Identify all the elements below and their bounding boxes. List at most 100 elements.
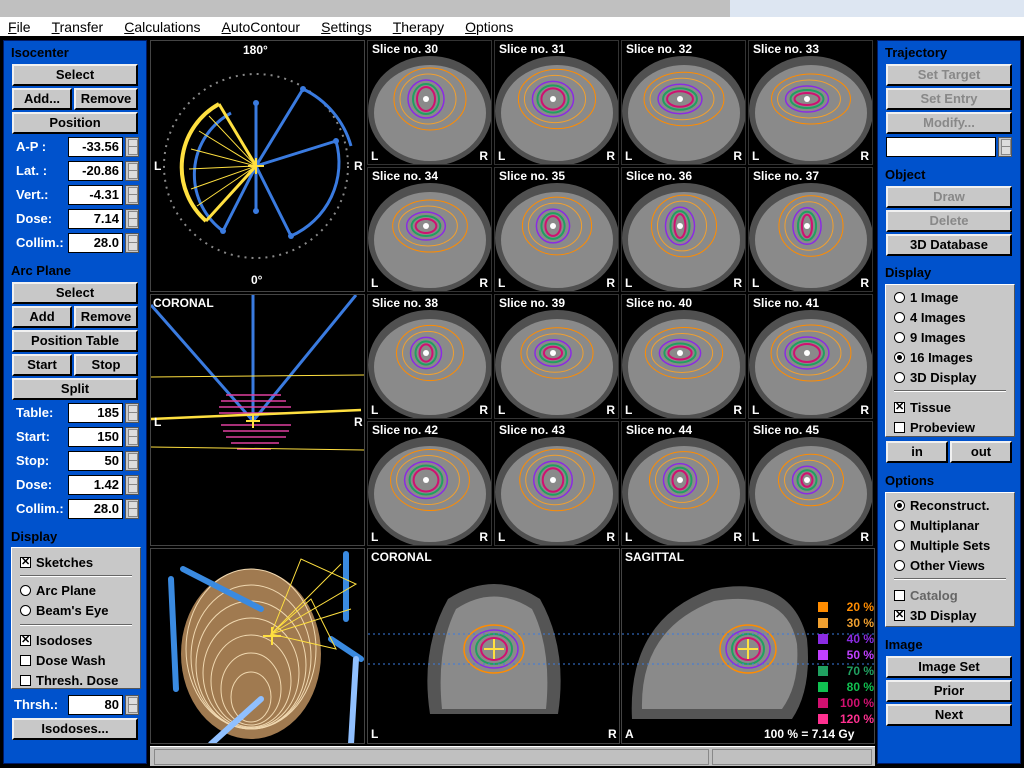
- probeview-option[interactable]: Probeview: [894, 420, 975, 435]
- dose-wash-option[interactable]: Dose Wash: [20, 653, 106, 668]
- menu-calculations[interactable]: Calculations: [124, 19, 200, 35]
- option-reconstruct[interactable]: Reconstruct.: [894, 498, 989, 513]
- thresh-dose-option[interactable]: Thresh. Dose: [20, 673, 118, 688]
- stop-button[interactable]: Stop: [74, 354, 138, 376]
- next-button[interactable]: Next: [886, 704, 1012, 726]
- menu-therapy[interactable]: Therapy: [393, 19, 444, 35]
- layout-16-images[interactable]: 16 Images: [894, 350, 973, 365]
- isocenter-position-button[interactable]: Position: [12, 112, 138, 134]
- thresh-dose-checkbox[interactable]: [20, 675, 31, 686]
- isodoses-option[interactable]: ✕ Isodoses: [20, 633, 92, 648]
- radio-reconstruct[interactable]: [894, 500, 905, 511]
- lat-spinner[interactable]: [125, 161, 139, 181]
- slice-thumbnail[interactable]: Slice no. 36 L R: [621, 167, 746, 292]
- beams-eye-radio[interactable]: [20, 605, 31, 616]
- thresh-field[interactable]: 80: [68, 695, 123, 715]
- slice-thumbnail[interactable]: Slice no. 45 L R: [748, 421, 873, 546]
- vert-field[interactable]: -4.31: [68, 185, 123, 205]
- slice-thumbnail[interactable]: Slice no. 43 L R: [494, 421, 619, 546]
- slice-thumbnail[interactable]: Slice no. 31 L R: [494, 40, 619, 165]
- table-field[interactable]: 185: [68, 403, 123, 423]
- slice-thumbnail[interactable]: Slice no. 35 L R: [494, 167, 619, 292]
- slice-thumbnail[interactable]: Slice no. 30 L R: [367, 40, 492, 165]
- probeview-checkbox[interactable]: [894, 422, 905, 433]
- trajectory-spinner[interactable]: [998, 137, 1012, 157]
- isodoses-button[interactable]: Isodoses...: [12, 718, 138, 740]
- draw-button[interactable]: Draw: [886, 186, 1012, 208]
- menu-autocontour[interactable]: AutoContour: [221, 19, 300, 35]
- arc-collim-field[interactable]: 28.0: [68, 499, 123, 519]
- arc-select-button[interactable]: Select: [12, 282, 138, 304]
- arc-add-button[interactable]: Add: [12, 306, 72, 328]
- arc-start-field[interactable]: 150: [68, 427, 123, 447]
- option-multiplanar[interactable]: Multiplanar: [894, 518, 979, 533]
- slice-thumbnail[interactable]: Slice no. 44 L R: [621, 421, 746, 546]
- catalog-option[interactable]: Catalog: [894, 588, 958, 603]
- database-3d-button[interactable]: 3D Database: [886, 234, 1012, 256]
- arc-plane-radio[interactable]: [20, 585, 31, 596]
- radio-1-image[interactable]: [894, 292, 905, 303]
- dose-spinner[interactable]: [125, 209, 139, 229]
- coronal-arc-view[interactable]: CORONAL L R: [150, 294, 365, 546]
- menu-file[interactable]: File: [8, 19, 31, 35]
- radio-other-views[interactable]: [894, 560, 905, 571]
- tissue-checkbox[interactable]: ✕: [894, 402, 905, 413]
- collim-spinner[interactable]: [125, 233, 139, 253]
- image-set-button[interactable]: Image Set: [886, 656, 1012, 678]
- ap-spinner[interactable]: [125, 137, 139, 157]
- vert-spinner[interactable]: [125, 185, 139, 205]
- display-3d-option[interactable]: ✕ 3D Display: [894, 608, 976, 623]
- arc-stop-spinner[interactable]: [125, 451, 139, 471]
- menu-settings[interactable]: Settings: [321, 19, 372, 35]
- isodoses-checkbox[interactable]: ✕: [20, 635, 31, 646]
- catalog-checkbox[interactable]: [894, 590, 905, 601]
- menu-transfer[interactable]: Transfer: [52, 19, 104, 35]
- prior-button[interactable]: Prior: [886, 680, 1012, 702]
- isocenter-select-button[interactable]: Select: [12, 64, 138, 86]
- set-entry-button[interactable]: Set Entry: [886, 88, 1012, 110]
- table-spinner[interactable]: [125, 403, 139, 423]
- arc-stop-field[interactable]: 50: [68, 451, 123, 471]
- radio-16-images[interactable]: [894, 352, 905, 363]
- position-table-button[interactable]: Position Table: [12, 330, 138, 352]
- radio-9-images[interactable]: [894, 332, 905, 343]
- slice-thumbnail[interactable]: Slice no. 42 L R: [367, 421, 492, 546]
- sketches-checkbox[interactable]: ✕: [20, 557, 31, 568]
- arc-start-spinner[interactable]: [125, 427, 139, 447]
- set-target-button[interactable]: Set Target: [886, 64, 1012, 86]
- slice-thumbnail[interactable]: Slice no. 38 L R: [367, 294, 492, 419]
- ap-field[interactable]: -33.56: [68, 137, 123, 157]
- option-multiple-sets[interactable]: Multiple Sets: [894, 538, 990, 553]
- arc-plane-option[interactable]: Arc Plane: [20, 583, 96, 598]
- isocenter-add-button[interactable]: Add...: [12, 88, 72, 110]
- slice-thumbnail[interactable]: Slice no. 32 L R: [621, 40, 746, 165]
- arc-dose-field[interactable]: 1.42: [68, 475, 123, 495]
- head-3d-view[interactable]: [150, 548, 365, 744]
- lat-field[interactable]: -20.86: [68, 161, 123, 181]
- slice-thumbnail[interactable]: Slice no. 41 L R: [748, 294, 873, 419]
- coronal-view[interactable]: CORONAL L R: [367, 548, 620, 744]
- delete-button[interactable]: Delete: [886, 210, 1012, 232]
- dose-field[interactable]: 7.14: [68, 209, 123, 229]
- slice-thumbnail[interactable]: Slice no. 40 L R: [621, 294, 746, 419]
- zoom-out-button[interactable]: out: [950, 441, 1012, 463]
- collim-field[interactable]: 28.0: [68, 233, 123, 253]
- sketches-option[interactable]: ✕ Sketches: [20, 555, 93, 570]
- split-button[interactable]: Split: [12, 378, 138, 400]
- radio-multiplanar[interactable]: [894, 520, 905, 531]
- display-3d-checkbox[interactable]: ✕: [894, 610, 905, 621]
- zoom-in-button[interactable]: in: [886, 441, 948, 463]
- arc-collim-spinner[interactable]: [125, 499, 139, 519]
- layout-3d-display[interactable]: 3D Display: [894, 370, 976, 385]
- radio-4-images[interactable]: [894, 312, 905, 323]
- layout-4-images[interactable]: 4 Images: [894, 310, 966, 325]
- radio-3d-display[interactable]: [894, 372, 905, 383]
- slice-thumbnail[interactable]: Slice no. 34 L R: [367, 167, 492, 292]
- start-button[interactable]: Start: [12, 354, 72, 376]
- arc-overview[interactable]: 180° 0° L R: [150, 40, 365, 292]
- modify-button[interactable]: Modify...: [886, 112, 1012, 134]
- beams-eye-option[interactable]: Beam's Eye: [20, 603, 108, 618]
- slice-thumbnail[interactable]: Slice no. 33 L R: [748, 40, 873, 165]
- slice-thumbnail[interactable]: Slice no. 37 L R: [748, 167, 873, 292]
- slice-thumbnail[interactable]: Slice no. 39 L R: [494, 294, 619, 419]
